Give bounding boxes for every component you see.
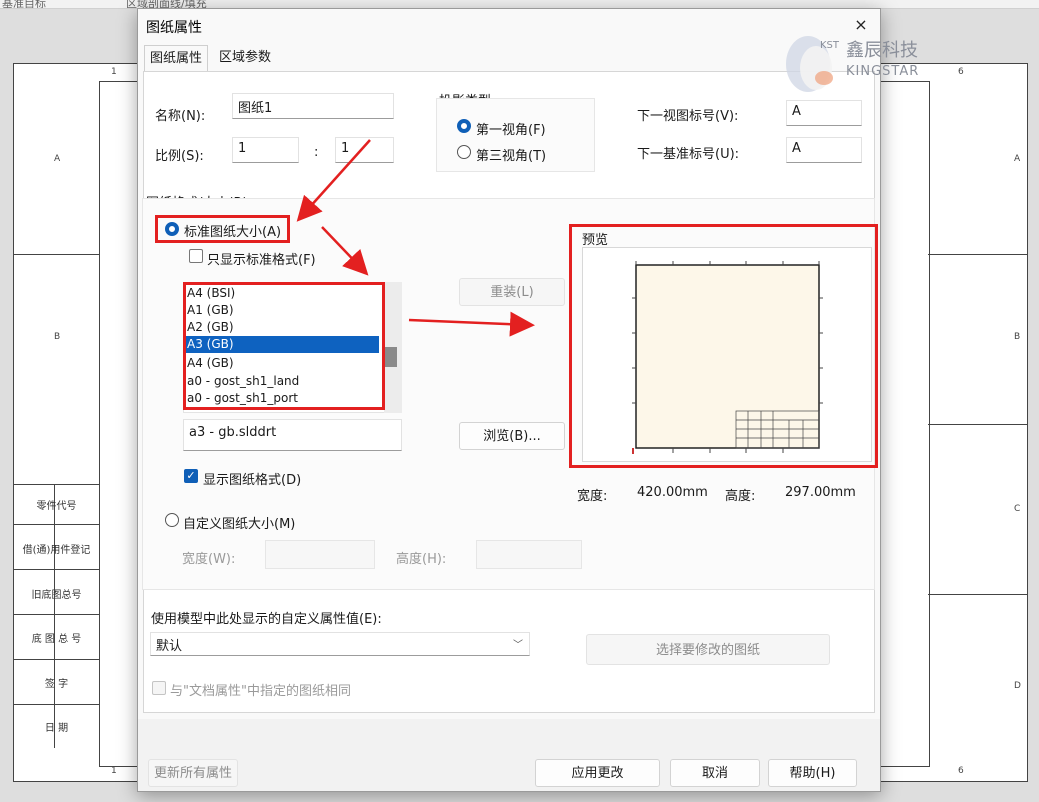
kingstar-logo: KST 鑫辰科技 KINGSTAR [778,28,938,98]
arrow-to-paper-list [321,226,369,276]
logo-cn: 鑫辰科技 [846,40,918,61]
logo-mark-icon [786,36,833,92]
arrow-to-standard-size [296,139,371,222]
logo-en: KINGSTAR [846,64,920,79]
annotation-arrows [296,139,535,337]
arrow-to-preview [408,311,535,337]
logo-abbr: KST [820,40,840,51]
